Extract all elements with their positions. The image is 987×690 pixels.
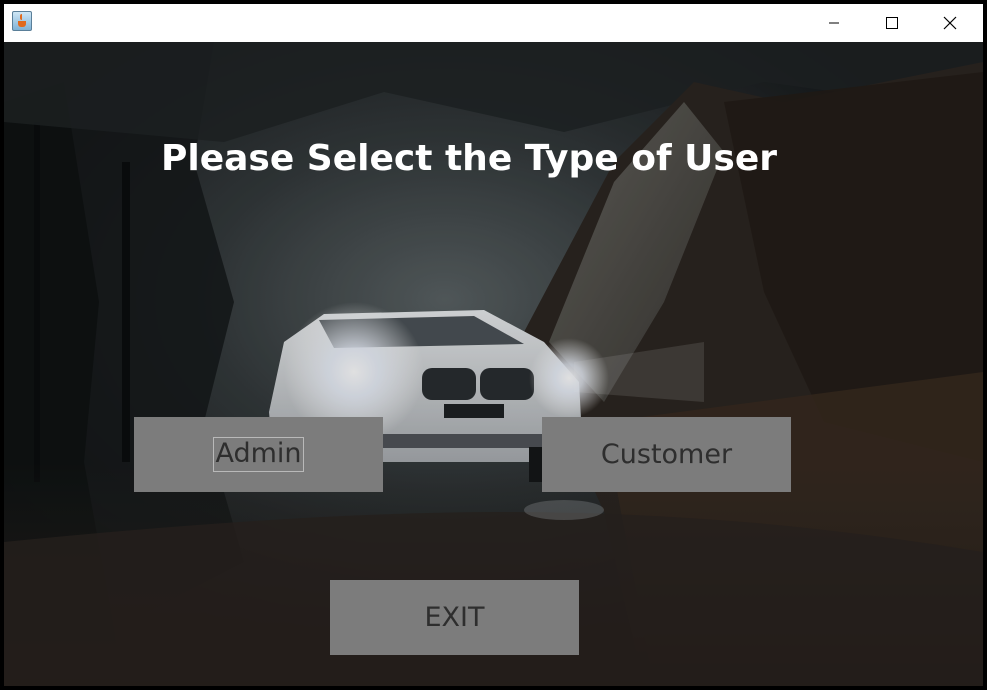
user-type-panel: Please Select the Type of User Admin Cus… [4, 42, 983, 686]
minimize-button[interactable] [805, 4, 863, 42]
exit-button-label: EXIT [424, 602, 485, 633]
customer-button[interactable]: Customer [542, 417, 791, 492]
close-button[interactable] [921, 4, 979, 42]
app-window: Please Select the Type of User Admin Cus… [0, 0, 987, 690]
maximize-button[interactable] [863, 4, 921, 42]
admin-button[interactable]: Admin [134, 417, 383, 492]
maximize-icon [886, 17, 898, 29]
exit-button[interactable]: EXIT [330, 580, 579, 655]
customer-button-label: Customer [600, 439, 733, 470]
admin-button-label: Admin [213, 437, 304, 472]
close-icon [943, 16, 957, 30]
page-title: Please Select the Type of User [160, 138, 777, 179]
title-bar[interactable] [4, 4, 983, 42]
minimize-icon [829, 22, 839, 24]
java-cup-icon[interactable] [12, 11, 32, 31]
